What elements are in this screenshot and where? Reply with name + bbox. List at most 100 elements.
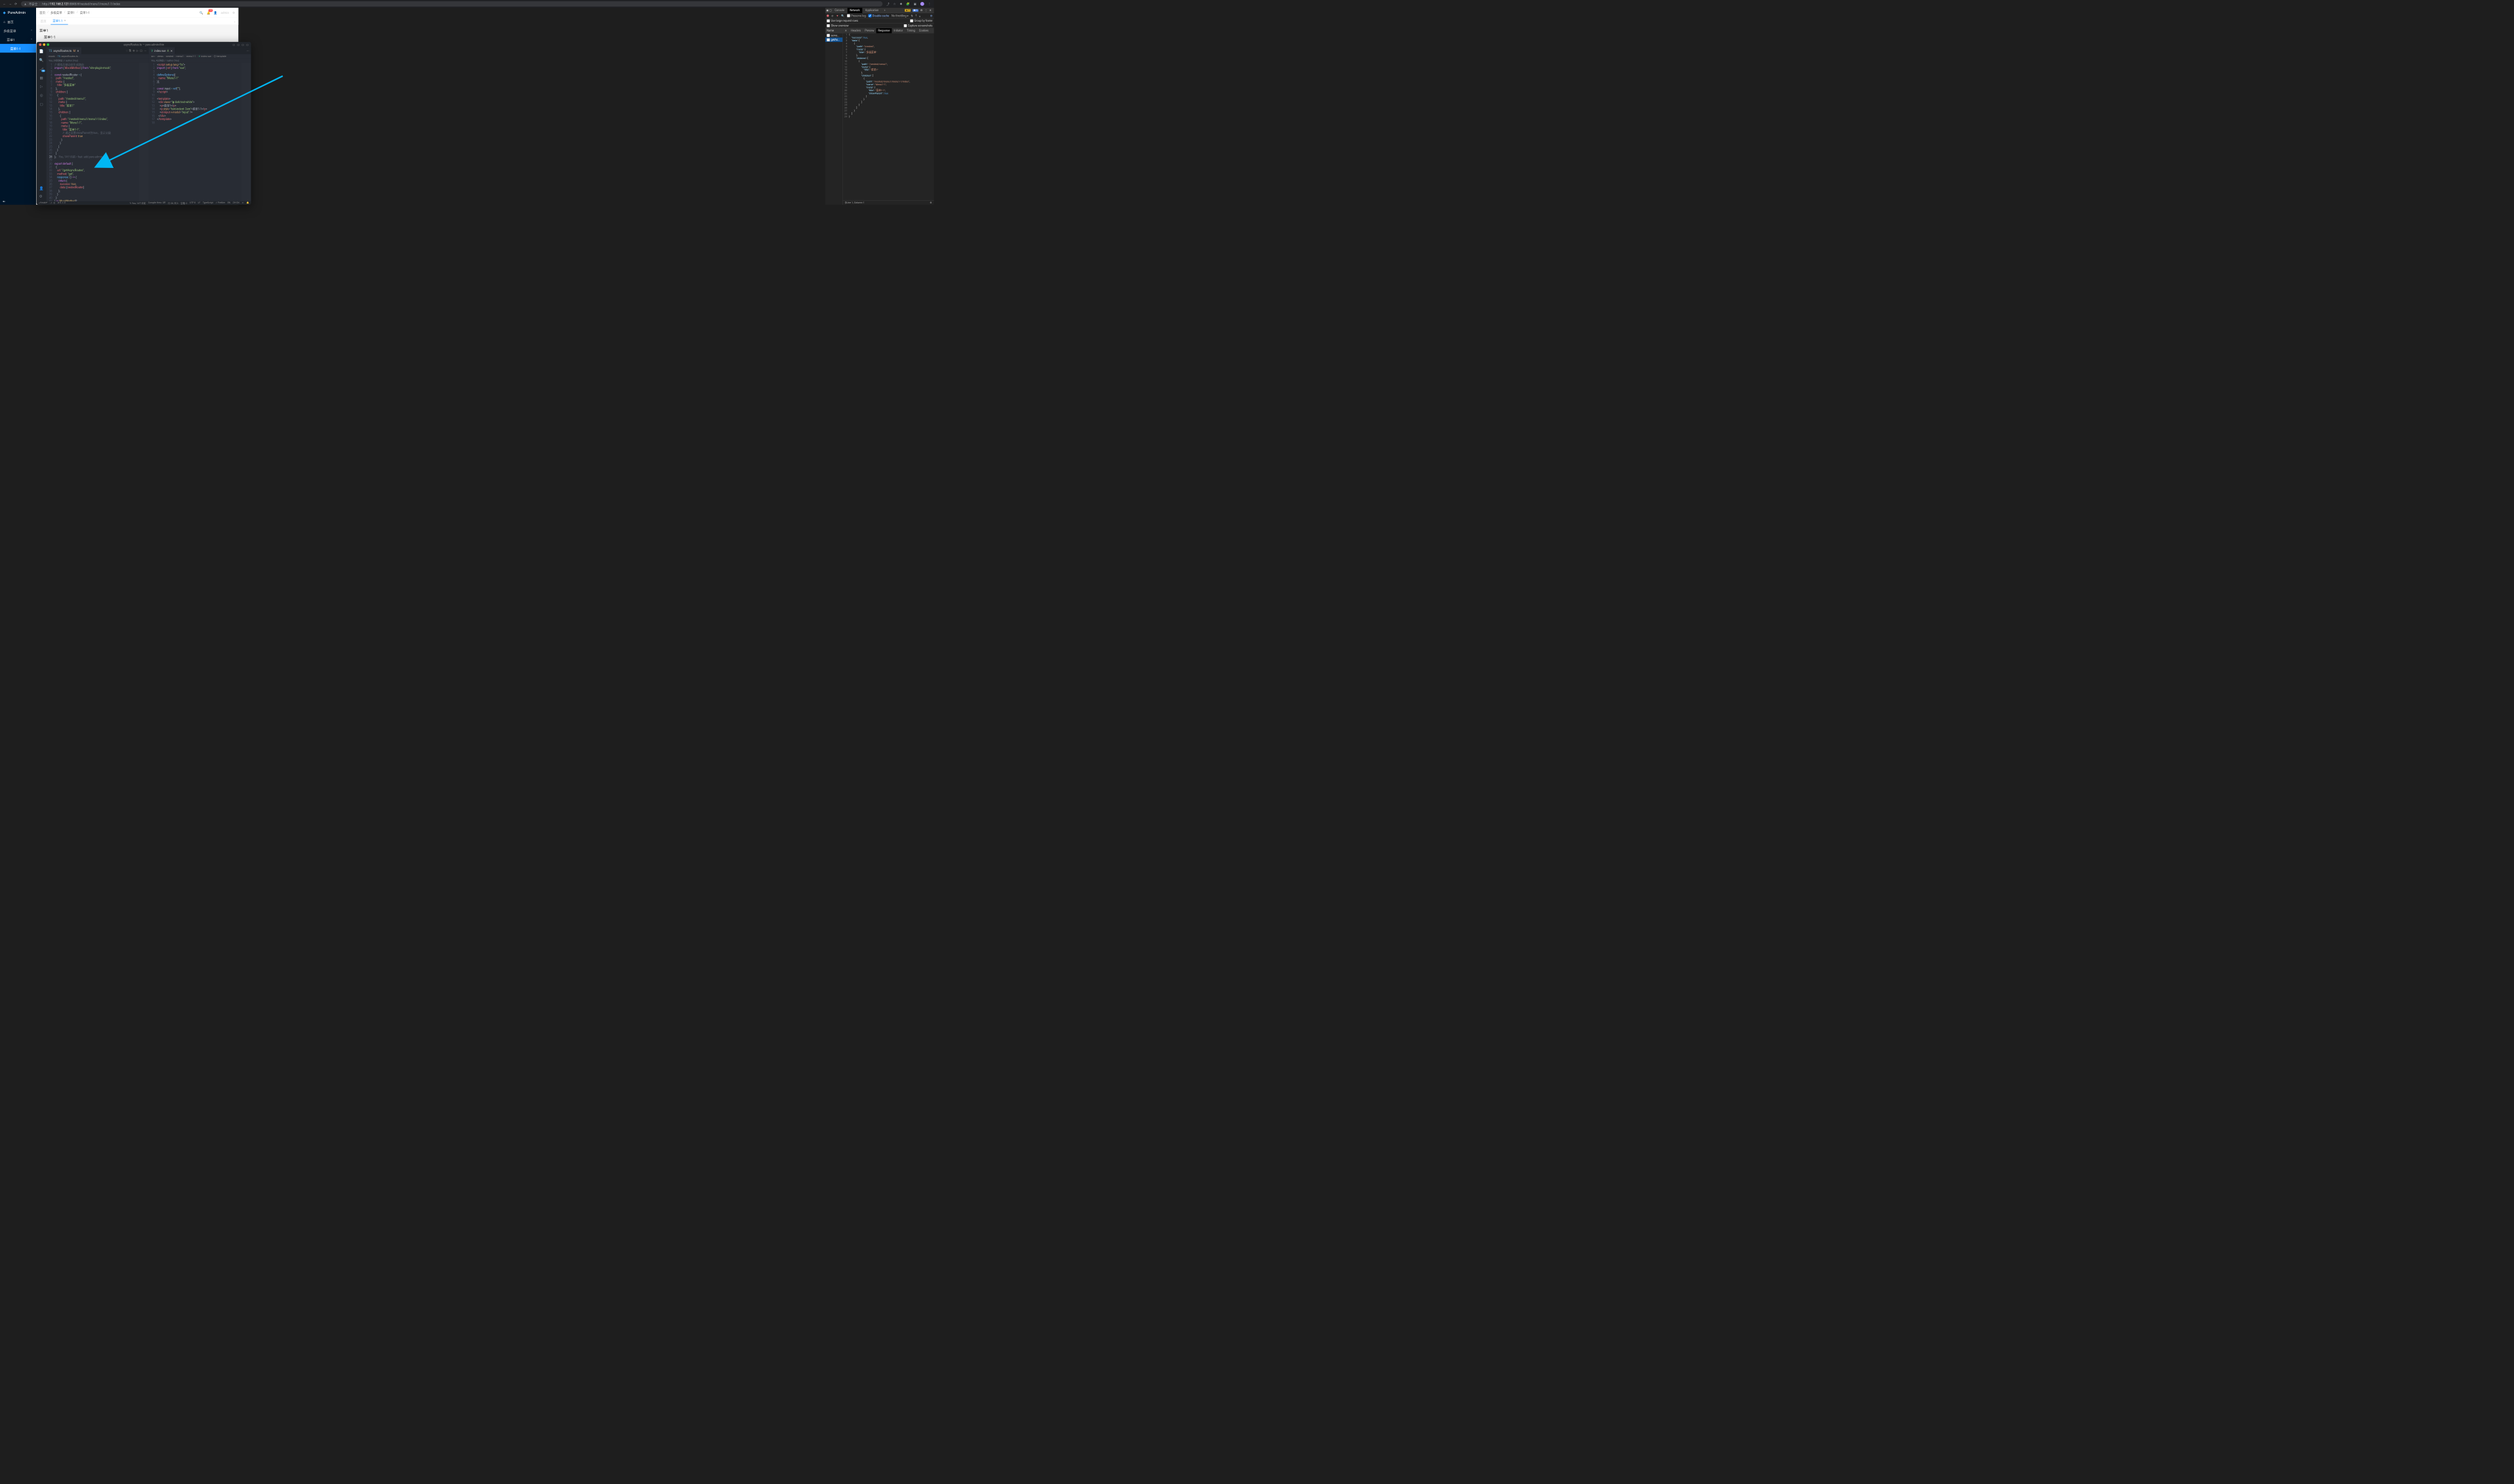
prettier-status[interactable]: Prettier	[218, 201, 225, 204]
export-icon[interactable]: ⤓	[919, 14, 920, 17]
minimap[interactable]	[241, 62, 251, 201]
editor-content-left[interactable]: 1234567891011121314151617181920212223242…	[47, 62, 149, 201]
close-icon[interactable]: ✕	[64, 20, 66, 22]
editor-content-right[interactable]: 123456789101112131415161718 <script setu…	[149, 62, 251, 201]
locale-status[interactable]: EN	[228, 201, 230, 205]
disable-cache-checkbox[interactable]: Disable cache	[868, 14, 889, 18]
forward-button[interactable]: →	[9, 2, 11, 5]
minimap[interactable]	[139, 62, 149, 201]
extension-icon[interactable]: ✱	[899, 2, 902, 5]
collapse-sidebar-button[interactable]: ⇤	[3, 200, 5, 203]
feedback-icon[interactable]: ☺	[241, 201, 243, 205]
toolbar-icon[interactable]: ⎘	[129, 49, 131, 52]
close-icon[interactable]: ✕	[171, 49, 173, 52]
sidebar-item-menu11[interactable]: 菜单1-1	[0, 44, 36, 52]
sync-icon[interactable]: ↓1 ↑0	[50, 201, 55, 204]
import-icon[interactable]: ⤒	[916, 14, 917, 17]
capture-checkbox[interactable]: Capture screenshots	[903, 24, 932, 28]
close-detail-icon[interactable]: ✕	[843, 28, 849, 33]
sidebar-item-multi[interactable]: 多级菜单 ⌃	[0, 26, 36, 35]
scm-icon[interactable]: ⎇	[39, 67, 43, 72]
large-rows-checkbox[interactable]: Use large request rows	[827, 19, 858, 22]
sidebar-item-home[interactable]: ⌂ 首页	[0, 18, 36, 26]
overview-checkbox[interactable]: Show overview	[827, 24, 848, 28]
gear-icon[interactable]: ⚙	[39, 194, 44, 199]
request-row[interactable]: serve...	[825, 33, 842, 38]
gear-icon[interactable]: ⚙	[930, 201, 932, 204]
breadcrumb-item[interactable]: 首页	[39, 10, 45, 14]
compile-status[interactable]: Compile Hero: Off	[148, 201, 166, 205]
throttling-select[interactable]: No throttling ▾	[892, 14, 909, 18]
tab-home[interactable]: 首页	[39, 18, 49, 24]
layout-icon[interactable]: ▭	[237, 43, 239, 47]
window-maximize-icon[interactable]	[47, 43, 49, 46]
toolbar-icon[interactable]: ⊕	[133, 49, 134, 52]
tab-headers[interactable]: Headers	[849, 28, 863, 33]
window-close-icon[interactable]	[39, 43, 41, 46]
breadcrumb-item[interactable]: 菜单1	[68, 10, 75, 14]
layout-icon[interactable]: ▭	[233, 43, 236, 47]
editor-tab-asyncroutes[interactable]: TS asyncRoutes.ts M ✕	[47, 47, 82, 54]
group-frame-checkbox[interactable]: Group by frame	[910, 19, 932, 22]
close-icon[interactable]: ✕	[77, 49, 79, 52]
debug-icon[interactable]: ▷	[40, 85, 43, 89]
sidebar-item-menu1[interactable]: 菜单1 ⌃	[0, 35, 36, 43]
reload-button[interactable]: ⟳	[14, 2, 17, 5]
notifications-button[interactable]: 🔔13	[207, 11, 211, 14]
bell-icon[interactable]: 🔔	[247, 201, 249, 205]
toolbar-icon[interactable]: ⋯	[144, 49, 146, 52]
remote-icon[interactable]: ◎	[40, 93, 43, 98]
indent-status[interactable]: 空格: 2	[180, 201, 187, 205]
response-json[interactable]: 1234567891011121314151617181920212223242…	[843, 33, 934, 201]
tab-initiator[interactable]: Initiator	[892, 28, 905, 33]
tab-cookies[interactable]: Cookies	[917, 28, 931, 33]
window-minimize-icon[interactable]	[43, 43, 45, 46]
network-conditions-icon[interactable]: ⇅	[911, 14, 913, 18]
layout-icon[interactable]: ▭	[246, 43, 249, 47]
back-button[interactable]: ←	[3, 2, 5, 5]
locale-status[interactable]: ZH-CN	[233, 201, 239, 205]
record-button[interactable]	[827, 14, 829, 16]
extensions-icon[interactable]: ▦	[40, 75, 43, 80]
admin-logo[interactable]: ◆ PureAdmin	[0, 8, 36, 18]
tab-network[interactable]: Network	[848, 8, 863, 13]
editor-breadcrumbs[interactable]: mock› TS asyncRoutes.ts›	[47, 54, 149, 58]
toolbar-icon[interactable]: ⋯	[247, 49, 249, 52]
tab-application[interactable]: Application	[863, 8, 881, 13]
toolbar-icon[interactable]: ▢	[140, 49, 142, 52]
cursor-position[interactable]: 行 28, 列 3	[168, 201, 178, 205]
star-icon[interactable]: ☆	[894, 2, 896, 5]
more-icon[interactable]: ⋮	[928, 2, 931, 5]
explorer-icon[interactable]: 📄	[39, 49, 44, 54]
user-name[interactable]: admin	[221, 11, 229, 14]
panel-icon[interactable]: ▣	[914, 2, 917, 5]
branch-indicator[interactable]: ⎇ main*	[39, 202, 48, 205]
tabs-overflow[interactable]: »	[882, 8, 888, 13]
clear-icon[interactable]: ⊘	[831, 14, 833, 18]
url-bar[interactable]: ▲ 不安全 | http://192.168.2.121:8848/#/nest…	[21, 1, 882, 7]
profile-avatar[interactable]	[920, 2, 924, 6]
language-status[interactable]: TypeScript	[203, 201, 213, 205]
tab-response[interactable]: Response	[876, 28, 892, 33]
name-column-header[interactable]: Name	[825, 28, 842, 33]
info-badge[interactable]: ▣ 1	[913, 9, 918, 12]
gear-icon[interactable]: ⚙	[920, 9, 923, 12]
tabs-more-icon[interactable]: ⌄	[234, 20, 236, 23]
tab-timing[interactable]: Timing	[905, 28, 917, 33]
settings-icon[interactable]: ⚙	[232, 11, 235, 14]
device-icon[interactable]: ▢	[829, 9, 832, 12]
inspect-icon[interactable]: ▣	[826, 9, 829, 12]
search-icon[interactable]: 🔍	[39, 58, 44, 62]
network-settings-icon[interactable]: ⚙	[930, 14, 933, 18]
bookmark-icon[interactable]: ▢	[40, 102, 43, 106]
request-row[interactable]: getAs...	[825, 37, 842, 42]
tab-console[interactable]: Console	[833, 8, 847, 13]
share-icon[interactable]: ⤴	[886, 2, 889, 6]
filter-icon[interactable]: ▼	[836, 14, 838, 18]
issues-badge[interactable]: ▲ 1	[905, 9, 911, 12]
toolbar-icon[interactable]: ◌	[126, 49, 127, 52]
avatar[interactable]: 👤	[214, 11, 218, 14]
eol-status[interactable]: LF	[198, 201, 201, 205]
editor-breadcrumbs[interactable]: src› views› nested› menu1› menu1-1› V in…	[149, 54, 251, 58]
account-icon[interactable]: 👤	[39, 186, 44, 191]
